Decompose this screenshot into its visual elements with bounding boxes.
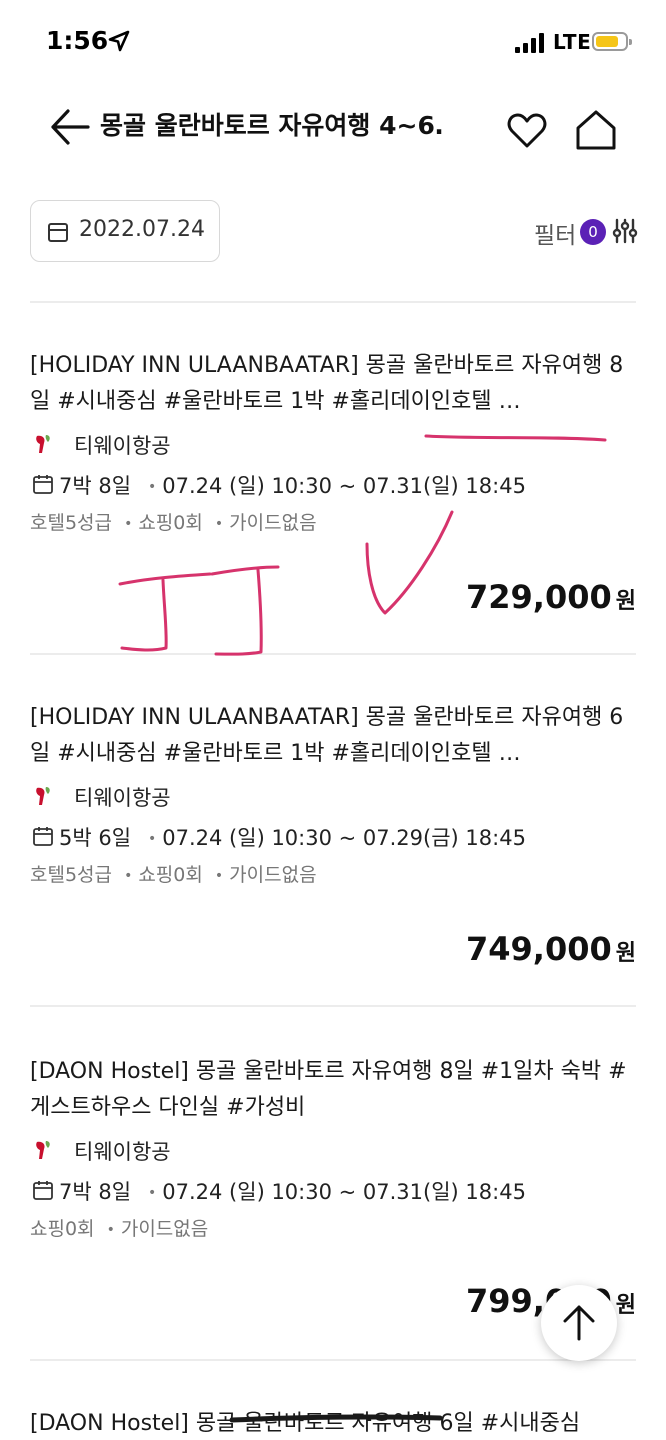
product-tags: 호텔5성급 • 쇼핑0회 • 가이드없음 bbox=[30, 864, 317, 886]
price-amount: 729,000 bbox=[466, 578, 612, 616]
product-card[interactable]: [HOLIDAY INN ULAANBAATAR] 몽골 울란바토르 자유여행 … bbox=[30, 700, 636, 968]
tag: 쇼핑0회 bbox=[138, 512, 203, 534]
trip-duration: 7박 8일 bbox=[59, 1180, 132, 1204]
filter-button[interactable]: 필터 bbox=[534, 216, 576, 250]
divider bbox=[30, 653, 636, 655]
trip-schedule: 07.24 (일) 10:30 ~ 07.29(금) 18:45 bbox=[162, 826, 526, 850]
tag: 호텔5성급 bbox=[30, 512, 113, 534]
product-title[interactable]: [HOLIDAY INN ULAANBAATAR] 몽골 울란바토르 자유여행 … bbox=[30, 348, 630, 420]
cell-signal-icon bbox=[515, 33, 547, 53]
calendar-icon bbox=[48, 223, 68, 242]
tag: 호텔5성급 bbox=[30, 864, 113, 886]
filter-sliders-icon[interactable] bbox=[612, 218, 638, 244]
location-arrow-icon bbox=[108, 30, 130, 52]
back-arrow-icon[interactable] bbox=[50, 108, 90, 146]
product-title[interactable]: [DAON Hostel] 몽골 울란바토르 자유여행 8일 #1일차 숙박 #… bbox=[30, 1054, 630, 1126]
product-tags: 호텔5성급 • 쇼핑0회 • 가이드없음 bbox=[30, 512, 317, 534]
airline-logo-icon bbox=[36, 1141, 50, 1159]
calendar-icon bbox=[33, 475, 53, 494]
date-picker-button[interactable]: 2022.07.24 bbox=[30, 200, 220, 262]
product-card[interactable]: [HOLIDAY INN ULAANBAATAR] 몽골 울란바토르 자유여행 … bbox=[30, 348, 636, 616]
arrow-up-icon bbox=[563, 1305, 595, 1341]
airline-logo-icon bbox=[36, 435, 50, 453]
battery-icon bbox=[592, 32, 632, 51]
price-currency: 원 bbox=[615, 941, 636, 966]
trip-duration: 7박 8일 bbox=[59, 474, 132, 498]
tag: 가이드없음 bbox=[229, 512, 317, 534]
tag: 가이드없음 bbox=[120, 1218, 209, 1240]
product-price: 749,000 원 bbox=[466, 930, 636, 968]
product-card[interactable]: [DAON Hostel] 몽골 울란바토르 자유여행 6일 #시내중심 bbox=[30, 1406, 636, 1440]
tag: 가이드없음 bbox=[229, 864, 317, 886]
status-time: 1:56 bbox=[46, 26, 109, 55]
trip-schedule: 07.24 (일) 10:30 ~ 07.31(일) 18:45 bbox=[162, 1180, 526, 1204]
network-type: LTE bbox=[553, 30, 592, 54]
tag: 쇼핑0회 bbox=[138, 864, 203, 886]
price-currency: 원 bbox=[615, 589, 636, 614]
product-title[interactable]: [DAON Hostel] 몽골 울란바토르 자유여행 6일 #시내중심 bbox=[30, 1406, 630, 1440]
airline-name: 티웨이항공 bbox=[74, 1140, 171, 1164]
page-title: 몽골 울란바토르 자유여행 4~6… bbox=[100, 111, 445, 140]
airline-name: 티웨이항공 bbox=[74, 786, 171, 810]
heart-icon[interactable] bbox=[507, 112, 547, 150]
product-tags: 쇼핑0회 • 가이드없음 bbox=[30, 1218, 209, 1240]
calendar-icon bbox=[33, 827, 53, 846]
selected-date: 2022.07.24 bbox=[79, 217, 205, 242]
scroll-to-top-button[interactable] bbox=[541, 1285, 617, 1361]
screen: 1:56 LTE 몽골 울란바토르 자유여행 4~6… 2022.07.24 필… bbox=[0, 0, 666, 1440]
calendar-icon bbox=[33, 1181, 53, 1200]
home-icon[interactable] bbox=[574, 108, 618, 152]
trip-duration: 5박 6일 bbox=[59, 826, 132, 850]
divider bbox=[30, 301, 636, 303]
product-title[interactable]: [HOLIDAY INN ULAANBAATAR] 몽골 울란바토르 자유여행 … bbox=[30, 700, 630, 772]
tag: 쇼핑0회 bbox=[30, 1218, 95, 1240]
divider bbox=[30, 1359, 636, 1361]
product-card[interactable]: [DAON Hostel] 몽골 울란바토르 자유여행 8일 #1일차 숙박 #… bbox=[30, 1054, 636, 1320]
price-currency: 원 bbox=[615, 1293, 636, 1318]
airline-logo-icon bbox=[36, 787, 50, 805]
airline-name: 티웨이항공 bbox=[74, 434, 171, 458]
filter-count-badge: 0 bbox=[580, 219, 606, 245]
price-amount: 749,000 bbox=[466, 930, 612, 968]
divider bbox=[30, 1005, 636, 1007]
trip-schedule: 07.24 (일) 10:30 ~ 07.31(일) 18:45 bbox=[162, 474, 526, 498]
product-price: 729,000 원 bbox=[466, 578, 636, 616]
